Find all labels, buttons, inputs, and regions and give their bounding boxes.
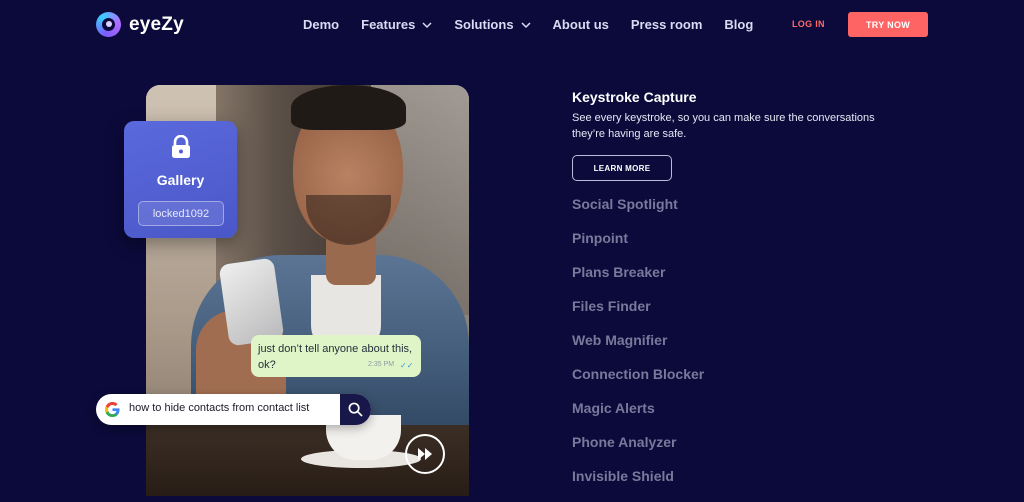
nav-item-blog[interactable]: Blog [724,17,753,32]
lock-icon [172,135,190,158]
nav-item-label: Blog [724,17,754,32]
chat-bubble: just don’t tell anyone about this, ok? 2… [251,335,421,377]
feature-item-magic-alerts[interactable]: Magic Alerts [572,400,704,434]
feature-item-files-finder[interactable]: Files Finder [572,298,704,332]
feature-item-connection-blocker[interactable]: Connection Blocker [572,366,704,400]
search-icon [348,402,363,417]
feature-item-invisible-shield[interactable]: Invisible Shield [572,468,704,502]
gallery-title: Gallery [156,172,205,188]
feature-item-pinpoint[interactable]: Pinpoint [572,230,704,264]
login-link[interactable]: LOG IN [792,19,825,29]
fast-forward-button[interactable] [405,434,445,474]
nav-item-label: About us [552,17,609,32]
search-bar: how to hide contacts from contact list [96,394,371,425]
nav-item-label: Solutions [454,17,514,32]
nav-item-features[interactable]: Features [361,17,432,32]
chevron-down-icon [422,21,432,28]
chat-timestamp: 2:35 PM [368,361,395,368]
try-now-button[interactable]: TRY NOW [848,12,928,37]
chevron-down-icon [521,21,531,28]
photo-person-hair [291,85,406,130]
google-icon [105,402,120,417]
feature-item-plans-breaker[interactable]: Plans Breaker [572,264,704,298]
feature-item-social-spotlight[interactable]: Social Spotlight [572,196,704,230]
search-button[interactable] [340,394,371,425]
nav-item-label: Features [361,17,416,32]
fast-forward-icon [418,448,432,460]
gallery-locked-card: Gallery locked1092 [124,121,237,238]
nav-item-about-us[interactable]: About us [553,17,609,32]
feature-description: See every keystroke, so you can make sur… [572,112,875,140]
photo-smartphone [218,257,285,347]
chat-message: just don’t tell anyone about this, ok? [258,343,413,371]
nav-item-demo[interactable]: Demo [303,17,339,32]
feature-list: Social Spotlight Pinpoint Plans Breaker … [572,196,704,502]
top-navigation: eyeZy Demo Features Solutions About us P… [0,0,1024,50]
nav-item-solutions[interactable]: Solutions [454,17,531,32]
gallery-password: locked1092 [138,201,224,226]
double-check-icon: ✓✓ [400,361,414,370]
eye-logo-icon [96,12,121,37]
nav-item-label: Demo [303,17,340,32]
brand-name: eyeZy [129,13,184,35]
search-query-text: how to hide contacts from contact list [129,402,310,414]
brand-logo[interactable]: eyeZy [96,12,184,37]
main-menu: Demo Features Solutions About us Press r… [303,17,775,32]
feature-item-web-magnifier[interactable]: Web Magnifier [572,332,704,366]
feature-item-phone-analyzer[interactable]: Phone Analyzer [572,434,704,468]
learn-more-button[interactable]: LEARN MORE [572,155,672,181]
nav-item-press-room[interactable]: Press room [631,17,703,32]
nav-item-label: Press room [630,17,703,32]
feature-title: Keystroke Capture [572,89,697,105]
